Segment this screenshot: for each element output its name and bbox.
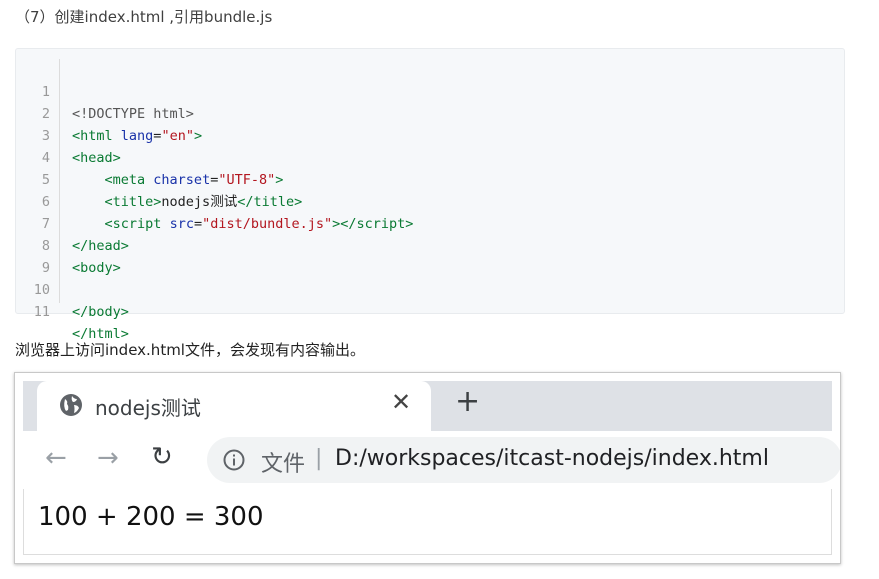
scheme-label: 文件 — [261, 452, 306, 477]
code-line: 4 <meta charset="UTF-8"> — [16, 125, 284, 188]
line-number: 11 — [33, 304, 50, 320]
reload-icon[interactable]: ↻ — [151, 442, 173, 472]
code-block: 1 <!DOCTYPE html> 2 <html lang="en"> 3 <… — [15, 48, 845, 342]
page-heading: （7）创建index.html ,引用bundle.js — [15, 8, 273, 26]
code-gutter — [59, 59, 60, 303]
code-line: 5 <title>nodejs测试</title> — [16, 147, 302, 210]
page-output-text: 100 + 200 = 300 — [38, 502, 264, 532]
address-bar[interactable]: 文件 | D:/workspaces/itcast-nodejs/index.h… — [207, 437, 840, 483]
code-line: 1 <!DOCTYPE html> — [16, 59, 194, 122]
browser-tab[interactable]: nodejs测试 ✕ — [37, 381, 431, 431]
url-separator: | — [315, 446, 323, 471]
code-line: 8 <body> — [16, 213, 121, 276]
code-line: 6 <script src="dist/bundle.js"></script> — [16, 169, 414, 232]
browser-toolbar: ← → ↻ 文件 | D:/workspaces/itcast-nodejs/i… — [23, 431, 840, 490]
browser-screenshot: nodejs测试 ✕ + ← → ↻ 文件 | D:/workspaces/it… — [14, 372, 841, 564]
page-content: 100 + 200 = 300 — [23, 489, 832, 555]
back-arrow-icon[interactable]: ← — [45, 443, 67, 473]
code-line: 2 <html lang="en"> — [16, 81, 202, 144]
description-paragraph: 浏览器上访问index.html文件，会发现有内容输出。 — [15, 341, 365, 359]
code-line: 3 <head> — [16, 103, 121, 166]
close-icon[interactable]: ✕ — [391, 388, 411, 416]
tab-strip: nodejs测试 ✕ + — [23, 381, 832, 431]
info-icon[interactable] — [223, 449, 245, 471]
code-line: 10 </body> — [16, 257, 129, 320]
globe-icon — [60, 394, 82, 416]
code-line: 11 </html> — [16, 279, 129, 342]
code-line: 9 — [16, 235, 50, 276]
new-tab-button[interactable]: + — [455, 384, 480, 419]
forward-arrow-icon[interactable]: → — [97, 443, 119, 473]
tab-title: nodejs测试 — [95, 396, 201, 420]
url-text[interactable]: D:/workspaces/itcast-nodejs/index.html — [335, 446, 769, 471]
code-line: 7 </head> — [16, 191, 129, 254]
